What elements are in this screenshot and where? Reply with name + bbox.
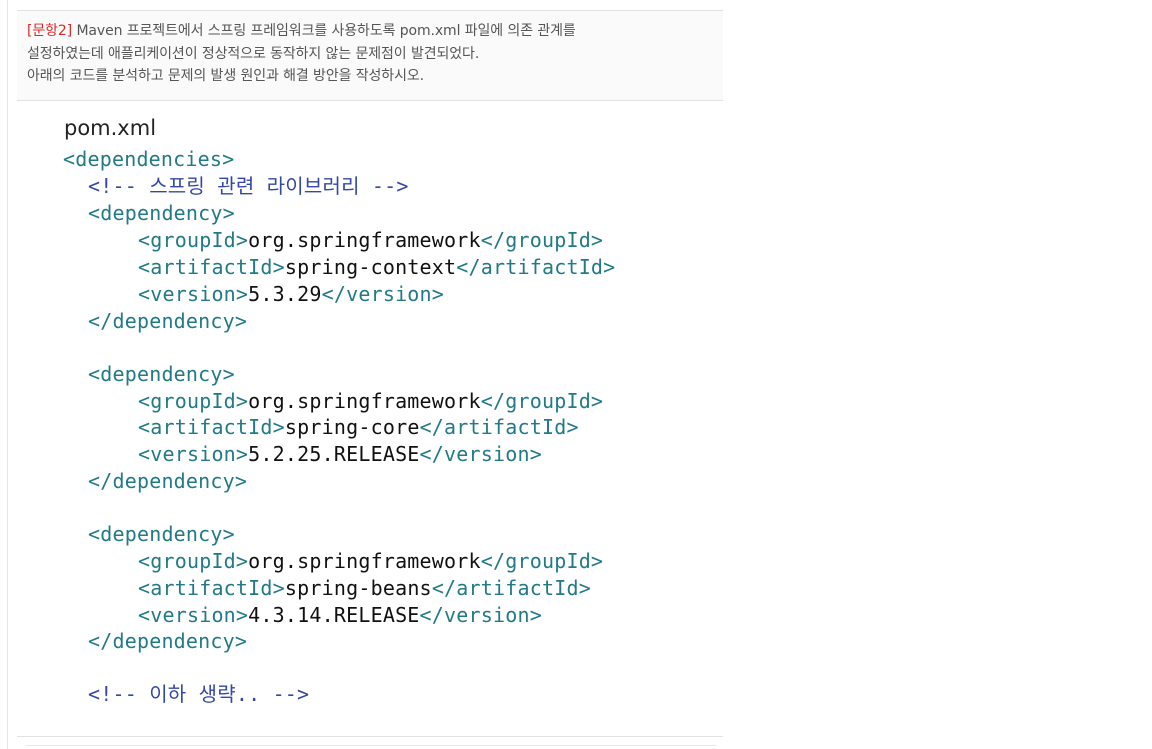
artifactId-value: spring-core <box>284 415 420 439</box>
question-line-3: 아래의 코드를 분석하고 문제의 발생 원인과 해결 방안을 작성하시오. <box>27 68 424 84</box>
xml-tag: </groupId> <box>480 549 604 573</box>
dependency-close-tag: </dependency> <box>88 628 247 655</box>
xml-tag: </groupId> <box>480 389 604 413</box>
xml-tag: <groupId> <box>138 549 249 573</box>
comment-line: <!-- 이하 생략.. --> <box>88 681 309 708</box>
xml-tag: </artifactId> <box>419 415 579 439</box>
groupId-line: <groupId>org.springframework</groupId> <box>138 548 603 575</box>
groupId-value: org.springframework <box>248 228 481 252</box>
xml-tag: </version> <box>419 603 542 627</box>
xml-comment: <!-- 스프링 관련 라이브러리 --> <box>88 174 409 198</box>
version-value: 5.2.25.RELEASE <box>248 442 420 466</box>
xml-tag: <dependency> <box>88 522 235 546</box>
bottom-divider-2 <box>26 745 716 746</box>
xml-tag: <version> <box>138 603 249 627</box>
version-line: <version>5.2.25.RELEASE</version> <box>138 441 542 468</box>
page: [문항2] Maven 프로젝트에서 스프링 프레임워크를 사용하도록 pom.… <box>0 0 1152 749</box>
xml-tag: </artifactId> <box>431 576 591 600</box>
version-value: 4.3.14.RELEASE <box>248 603 420 627</box>
left-divider <box>7 0 8 749</box>
groupId-value: org.springframework <box>248 549 481 573</box>
xml-tag: </version> <box>321 282 445 306</box>
groupId-value: org.springframework <box>248 389 481 413</box>
dependency-open-tag: <dependency> <box>88 521 235 548</box>
xml-tag: <dependency> <box>88 362 235 386</box>
xml-tag: <groupId> <box>138 228 249 252</box>
question-label: [문항2] <box>27 23 73 39</box>
question-line-1: [문항2] Maven 프로젝트에서 스프링 프레임워크를 사용하도록 pom.… <box>27 20 723 43</box>
xml-tag: <version> <box>138 282 249 306</box>
groupId-line: <groupId>org.springframework</groupId> <box>138 388 603 415</box>
question-text-1: Maven 프로젝트에서 스프링 프레임워크를 사용하도록 pom.xml 파일… <box>76 23 576 39</box>
groupId-line: <groupId>org.springframework</groupId> <box>138 227 603 254</box>
question-box: [문항2] Maven 프로젝트에서 스프링 프레임워크를 사용하도록 pom.… <box>17 11 723 101</box>
xml-tag: <version> <box>138 442 249 466</box>
xml-tag: </version> <box>419 442 542 466</box>
artifactId-line: <artifactId>spring-beans</artifactId> <box>138 575 591 602</box>
dependencies-open-tag: <dependencies> <box>63 146 234 173</box>
artifactId-line: <artifactId>spring-context</artifactId> <box>138 254 615 281</box>
dependency-close-tag: </dependency> <box>88 468 247 495</box>
version-line: <version>5.3.29</version> <box>138 281 444 308</box>
dependency-open-tag: <dependency> <box>88 361 235 388</box>
artifactId-line: <artifactId>spring-core</artifactId> <box>138 414 579 441</box>
code-block: pom.xml <dependencies> <!-- 스프링 관련 라이브러리… <box>17 102 723 736</box>
version-value: 5.3.29 <box>248 282 322 306</box>
xml-tag: </groupId> <box>480 228 604 252</box>
xml-tag: </artifactId> <box>456 255 616 279</box>
dependency-open-tag: <dependency> <box>88 200 235 227</box>
artifactId-value: spring-beans <box>284 576 432 600</box>
dependency-close-tag: </dependency> <box>88 308 247 335</box>
xml-tag: </dependency> <box>88 309 248 333</box>
xml-tag: <groupId> <box>138 389 249 413</box>
artifactId-value: spring-context <box>284 255 457 279</box>
xml-comment: <!-- 이하 생략.. --> <box>88 682 310 706</box>
xml-tag: <artifactId> <box>138 255 285 279</box>
xml-tag: </dependency> <box>88 469 248 493</box>
xml-tag: <dependency> <box>88 201 235 225</box>
xml-tag: <dependencies> <box>63 147 235 171</box>
xml-tag: </dependency> <box>88 629 248 653</box>
bottom-divider <box>17 736 723 737</box>
code-title: pom.xml <box>64 116 157 140</box>
xml-tag: <artifactId> <box>138 576 285 600</box>
xml-tag: <artifactId> <box>138 415 285 439</box>
version-line: <version>4.3.14.RELEASE</version> <box>138 602 542 629</box>
question-line-2: 설정하였는데 애플리케이션이 정상적으로 동작하지 않는 문제점이 발견되었다. <box>27 45 480 62</box>
comment-line: <!-- 스프링 관련 라이브러리 --> <box>88 173 409 200</box>
